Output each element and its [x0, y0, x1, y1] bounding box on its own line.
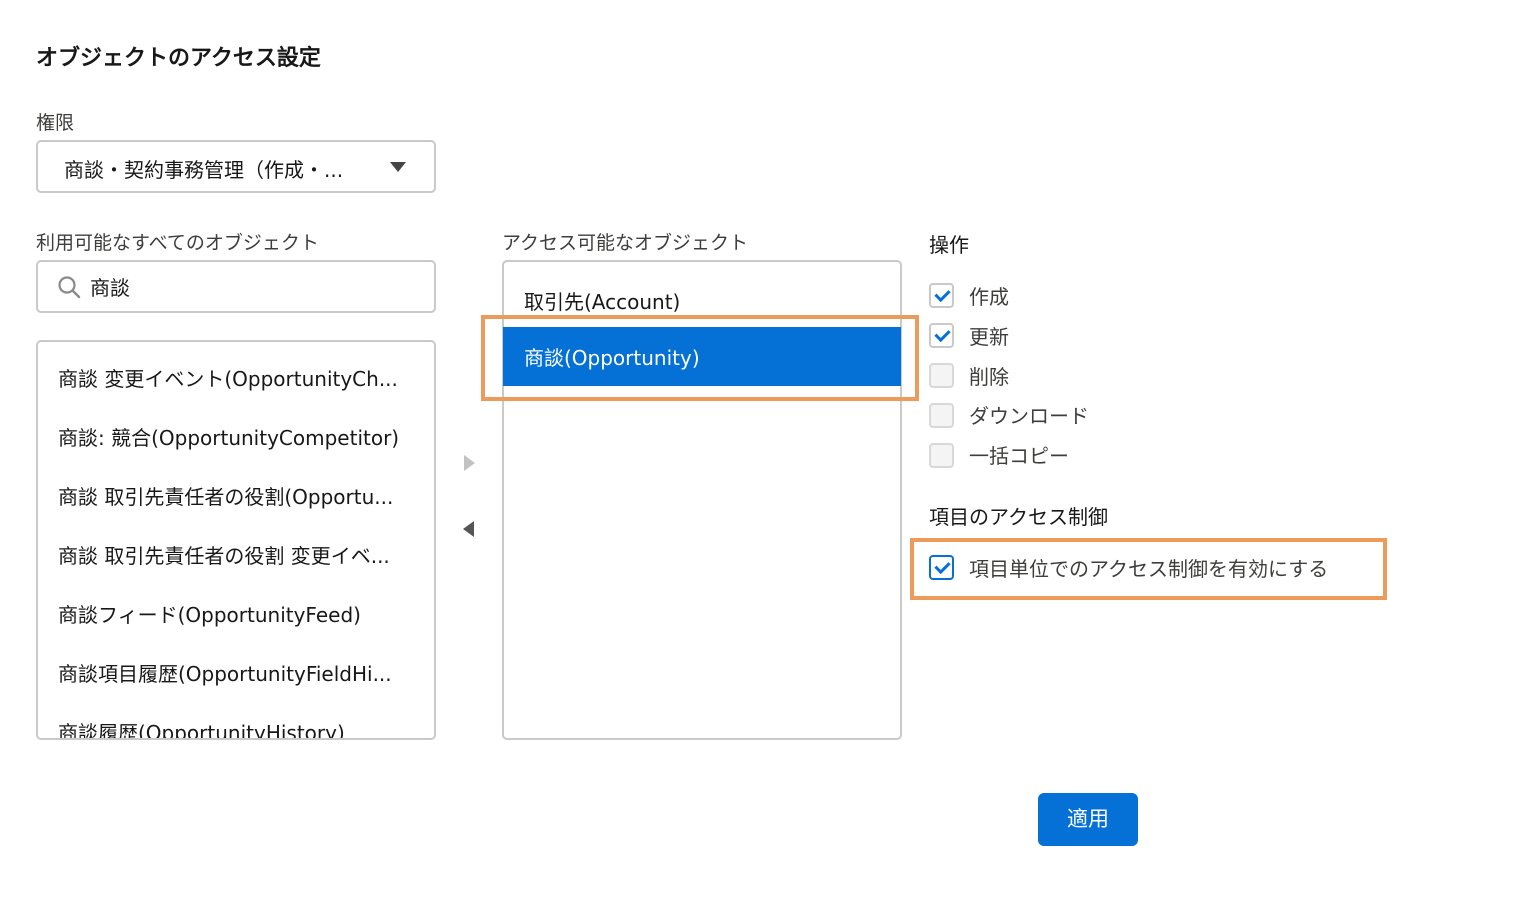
accessible-object-item-selected[interactable]: 商談(Opportunity) — [503, 327, 901, 386]
arrow-left-icon[interactable] — [455, 515, 483, 543]
available-objects-list[interactable]: 商談 変更イベント(OpportunityCh... 商談: 競合(Opport… — [36, 340, 436, 740]
apply-button[interactable]: 適用 — [1038, 793, 1138, 846]
update-checkbox-label: 更新 — [969, 325, 1009, 349]
accessible-object-item-label: 商談(Opportunity) — [524, 346, 700, 370]
available-objects-label: 利用可能なすべてのオブジェクト — [36, 232, 319, 254]
delete-checkbox-label: 削除 — [969, 365, 1009, 389]
arrow-right-icon[interactable] — [455, 449, 483, 477]
chevron-down-icon — [390, 162, 406, 172]
update-checkbox[interactable] — [929, 323, 954, 348]
create-checkbox-label: 作成 — [969, 285, 1009, 309]
field-access-checkbox[interactable] — [929, 555, 954, 580]
permission-label: 権限 — [36, 112, 75, 134]
download-checkbox[interactable] — [929, 403, 954, 428]
bulk-copy-checkbox[interactable] — [929, 443, 954, 468]
available-object-item[interactable]: 商談履歴(OpportunityHistory) — [58, 711, 418, 738]
object-search-box — [36, 260, 436, 313]
field-access-label: 項目のアクセス制御 — [929, 505, 1108, 529]
available-object-item[interactable]: 商談 変更イベント(OpportunityCh... — [58, 357, 418, 401]
available-object-item[interactable]: 商談 取引先責任者の役割(Opportu... — [58, 475, 418, 519]
accessible-object-item[interactable]: 取引先(Account) — [524, 286, 680, 315]
permission-select[interactable]: 商談・契約事務管理（作成・... — [36, 140, 436, 193]
permission-selected-value: 商談・契約事務管理（作成・... — [64, 158, 344, 182]
available-object-item[interactable]: 商談: 競合(OpportunityCompetitor) — [58, 416, 418, 460]
available-object-item[interactable]: 商談項目履歴(OpportunityFieldHi... — [58, 652, 418, 696]
delete-checkbox[interactable] — [929, 363, 954, 388]
download-checkbox-label: ダウンロード — [969, 404, 1089, 428]
bulk-copy-checkbox-label: 一括コピー — [969, 444, 1069, 468]
available-object-item[interactable]: 商談 取引先責任者の役割 変更イベ... — [58, 534, 418, 578]
create-checkbox[interactable] — [929, 283, 954, 308]
page-title: オブジェクトのアクセス設定 — [36, 46, 321, 71]
available-object-item[interactable]: 商談フィード(OpportunityFeed) — [58, 593, 418, 637]
search-icon — [58, 276, 81, 299]
accessible-objects-label: アクセス可能なオブジェクト — [502, 232, 749, 254]
operations-label: 操作 — [929, 233, 969, 257]
object-search-input[interactable] — [90, 270, 410, 302]
field-access-checkbox-label: 項目単位でのアクセス制御を有効にする — [969, 557, 1329, 581]
